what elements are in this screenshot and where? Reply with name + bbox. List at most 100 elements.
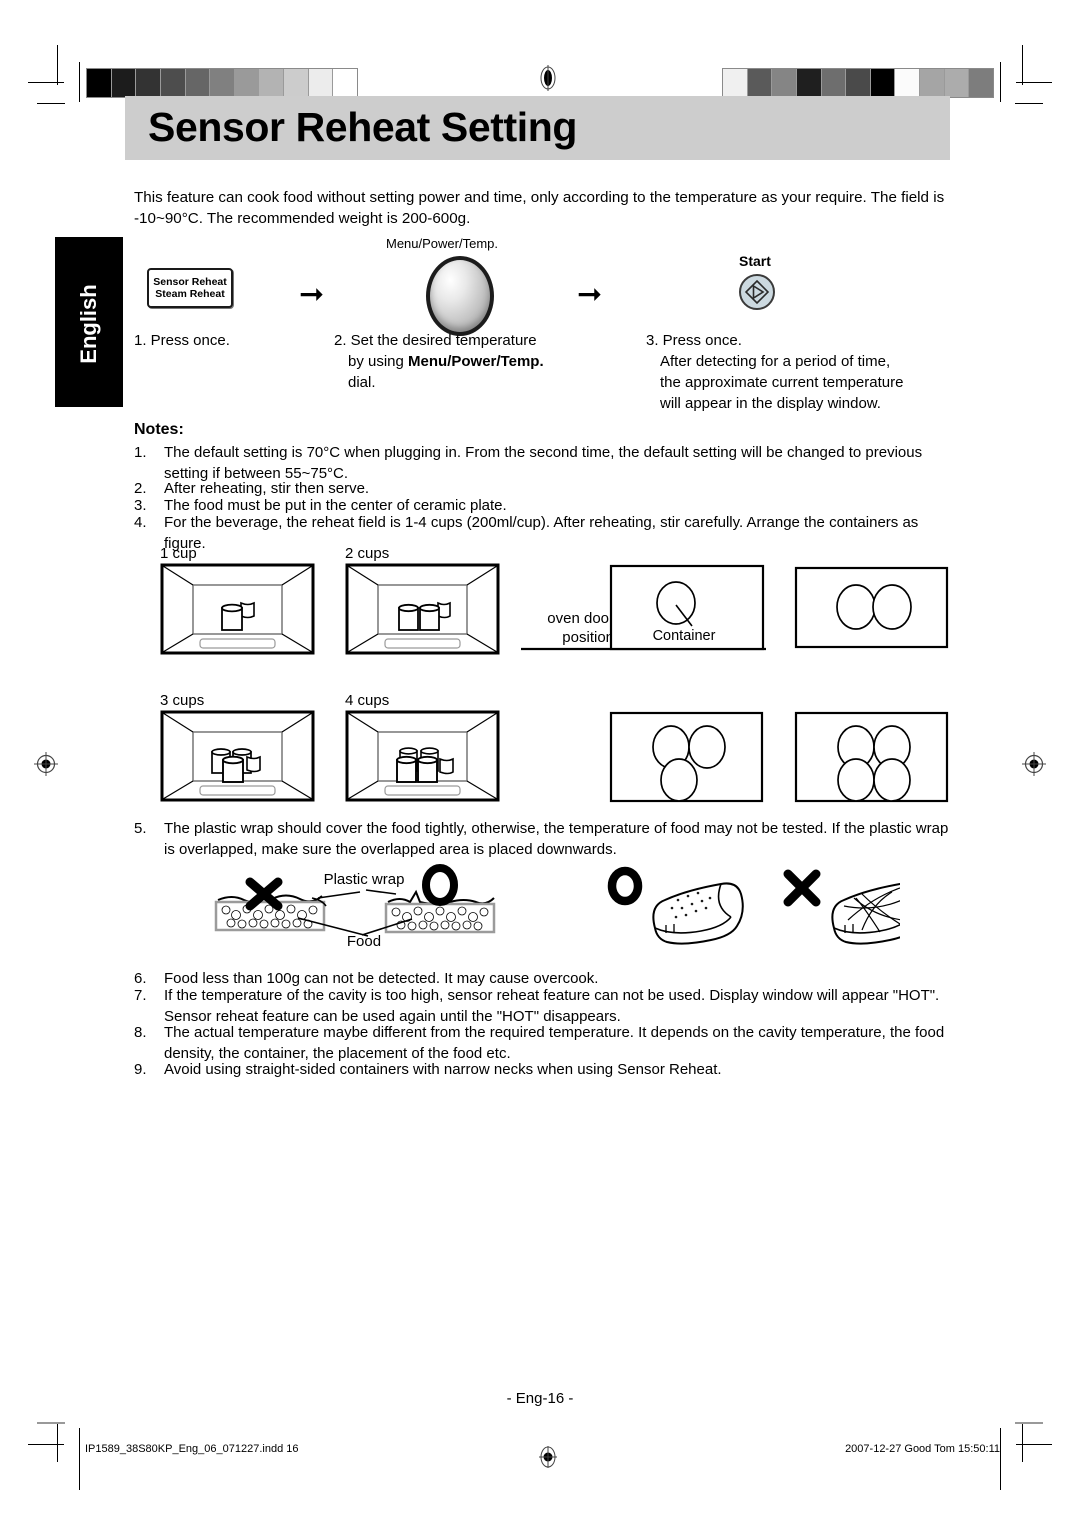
figure-label-4-cups: 4 cups bbox=[345, 692, 390, 709]
step2-line2-bold: Menu/Power/Temp. bbox=[408, 353, 544, 370]
crop-mark-bl2-v bbox=[57, 1422, 58, 1462]
calbar-left-swatch-1 bbox=[87, 69, 112, 97]
figure-label-2-cups: 2 cups bbox=[345, 545, 390, 562]
registration-mark-right bbox=[1022, 752, 1046, 776]
footer-date-stamp: 2007-12-27 Good Tom 15:50:11 bbox=[845, 1443, 1000, 1455]
start-label: Start bbox=[739, 253, 771, 269]
calbar-left-swatch-2 bbox=[111, 69, 137, 97]
footer-rule-right bbox=[1000, 1428, 1001, 1490]
calbar-right-swatch-3 bbox=[772, 69, 797, 97]
grayscale-calibration-bar-right bbox=[722, 68, 994, 98]
plastic-wrap-label: Plastic wrap bbox=[324, 871, 405, 888]
note-item-8: 8. The actual temperature maybe differen… bbox=[134, 1023, 956, 1064]
step2-line3: dial. bbox=[348, 374, 376, 391]
step-caption-3: 3. Press once. After detecting for a per… bbox=[646, 330, 966, 414]
calbar-right-swatch-5 bbox=[821, 69, 847, 97]
cross-mark-bad-food bbox=[783, 869, 821, 907]
registration-mark-top bbox=[540, 65, 556, 91]
circle-mark-good-wrap bbox=[422, 864, 458, 906]
step3-line4: will appear in the display window. bbox=[660, 395, 881, 412]
note-number-1: 1. bbox=[134, 444, 147, 461]
step3-line2: After detecting for a period of time, bbox=[660, 353, 891, 370]
oven-cavity-2-cups-illustration bbox=[345, 563, 500, 655]
note-text-4: For the beverage, the reheat field is 1-… bbox=[164, 514, 919, 552]
crop-mark-bl-h bbox=[28, 1444, 64, 1445]
container-callout-label: Container bbox=[653, 628, 716, 644]
page-number: - Eng-16 - bbox=[506, 1390, 574, 1407]
step2-line2-pre: by using bbox=[348, 353, 409, 370]
calbar-left-swatch-3 bbox=[136, 69, 161, 97]
crop-mark-tr2-h bbox=[1015, 103, 1043, 104]
step-caption-2: 2. Set the desired temperature by using … bbox=[334, 330, 584, 393]
top-view-1-container: Container bbox=[521, 564, 766, 651]
footer-rule-left bbox=[79, 1428, 80, 1490]
crop-mark-tr2-v bbox=[1000, 62, 1001, 102]
calbar-left-swatch-7 bbox=[234, 69, 260, 97]
language-tab-english: English bbox=[55, 237, 123, 407]
calbar-right-swatch-4 bbox=[796, 69, 822, 97]
calbar-right-swatch-11 bbox=[969, 69, 994, 97]
crop-mark-tr-v bbox=[1022, 45, 1023, 85]
top-view-2-containers bbox=[794, 566, 949, 649]
calbar-left-swatch-5 bbox=[185, 69, 211, 97]
circle-mark-good-food bbox=[607, 866, 643, 906]
intro-paragraph: This feature can cook food without setti… bbox=[134, 189, 945, 227]
crop-mark-bl2-h bbox=[37, 1422, 65, 1424]
figure-label-1-cup: 1 cup bbox=[160, 545, 197, 562]
step3-line3: the approximate current temperature bbox=[660, 374, 904, 391]
note-item-9: 9. Avoid using straight-sided containers… bbox=[134, 1060, 956, 1081]
note-number-5: 5. bbox=[134, 820, 147, 837]
oven-cavity-1-cup-illustration bbox=[160, 563, 315, 655]
calbar-right-swatch-6 bbox=[846, 69, 871, 97]
note-number-7: 7. bbox=[134, 987, 147, 1004]
crop-mark-tl-v bbox=[57, 45, 58, 85]
calbar-left-swatch-4 bbox=[160, 69, 186, 97]
note-number-9: 9. bbox=[134, 1061, 147, 1078]
crop-mark-br-h bbox=[1016, 1444, 1052, 1445]
crop-mark-tr-h bbox=[1016, 82, 1052, 83]
crop-mark-tl2-v bbox=[79, 62, 80, 102]
dial-label: Menu/Power/Temp. bbox=[386, 236, 498, 251]
oven-cavity-3-cups-illustration bbox=[160, 710, 315, 802]
figure-label-3-cups: 3 cups bbox=[160, 692, 205, 709]
calbar-left-swatch-10 bbox=[308, 69, 334, 97]
menu-power-temp-dial-icon bbox=[426, 256, 494, 336]
notes-heading: Notes: bbox=[134, 421, 184, 438]
note-item-5: 5. The plastic wrap should cover the foo… bbox=[134, 819, 956, 860]
note-text-8: The actual temperature maybe different f… bbox=[164, 1024, 945, 1062]
note-number-8: 8. bbox=[134, 1024, 147, 1041]
arrow-right-icon-2: ➞ bbox=[577, 278, 603, 311]
procedure-steps: Sensor Reheat Steam Reheat ➞ Menu/Power/… bbox=[134, 236, 960, 412]
calbar-left-swatch-9 bbox=[284, 69, 309, 97]
note-item-1: 1. The default setting is 70°C when plug… bbox=[134, 443, 956, 484]
calbar-left-swatch-11 bbox=[333, 69, 358, 97]
sensor-reheat-button-illustration: Sensor Reheat Steam Reheat bbox=[147, 268, 233, 308]
step-caption-1: 1. Press once. bbox=[134, 332, 230, 349]
page-title: Sensor Reheat Setting bbox=[148, 104, 578, 150]
food-label: Food bbox=[347, 933, 381, 950]
note-text-9: Avoid using straight-sided containers wi… bbox=[164, 1061, 722, 1078]
calbar-right-swatch-9 bbox=[920, 69, 945, 97]
crop-mark-tl-h bbox=[28, 82, 64, 83]
plastic-wrap-figures: Plastic wrap Food bbox=[200, 862, 923, 962]
oven-cavity-4-cups-illustration bbox=[345, 710, 500, 802]
calbar-right-swatch-7 bbox=[870, 69, 896, 97]
sensor-reheat-line2: Steam Reheat bbox=[155, 288, 225, 300]
calbar-right-swatch-2 bbox=[747, 69, 773, 97]
calbar-right-swatch-10 bbox=[944, 69, 970, 97]
crop-mark-tl2-h bbox=[37, 103, 65, 104]
crop-mark-br2-h bbox=[1015, 1422, 1043, 1424]
sensor-reheat-line1: Sensor Reheat bbox=[153, 275, 227, 288]
grayscale-calibration-bar-left bbox=[86, 68, 358, 98]
calbar-right-swatch-8 bbox=[895, 69, 921, 97]
top-view-3-containers bbox=[609, 711, 764, 803]
top-view-4-containers bbox=[794, 711, 949, 803]
language-tab-label: English bbox=[76, 284, 101, 364]
note-text-7: If the temperature of the cavity is too … bbox=[164, 987, 940, 1025]
calbar-left-swatch-6 bbox=[210, 69, 235, 97]
footer-file-name: IP1589_38S80KP_Eng_06_071227.indd 16 bbox=[85, 1443, 299, 1455]
crop-mark-br2-v bbox=[1022, 1422, 1023, 1462]
note-text-1: The default setting is 70°C when pluggin… bbox=[164, 444, 923, 482]
start-button-icon bbox=[739, 274, 775, 310]
calbar-left-swatch-8 bbox=[259, 69, 285, 97]
